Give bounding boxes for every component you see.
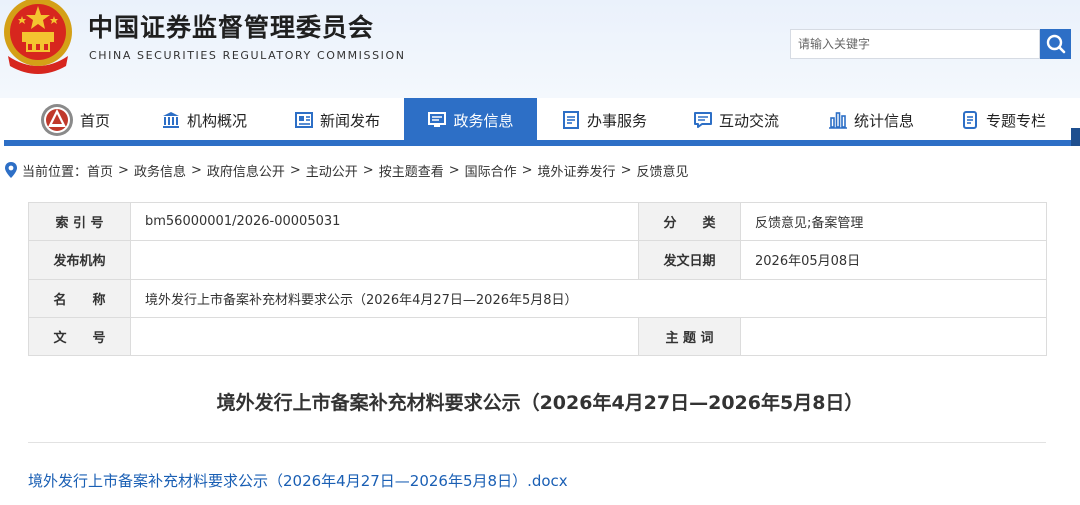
nav-right-strip bbox=[1071, 128, 1080, 146]
breadcrumb-separator: > bbox=[362, 162, 374, 178]
breadcrumb-separator: > bbox=[289, 162, 301, 178]
document-icon bbox=[960, 110, 980, 130]
breadcrumb-prefix: 当前位置： bbox=[22, 164, 88, 180]
divider bbox=[28, 442, 1046, 443]
breadcrumb-item[interactable]: 国际合作 bbox=[465, 161, 517, 180]
search-button[interactable] bbox=[1040, 29, 1071, 59]
breadcrumb-separator: > bbox=[521, 162, 533, 178]
breadcrumb-item-current[interactable]: 反馈意见 bbox=[636, 161, 688, 180]
breadcrumb-item[interactable]: 按主题查看 bbox=[379, 161, 444, 180]
nav-item-news[interactable]: 新闻发布 bbox=[294, 98, 380, 142]
nav-item-about[interactable]: 机构概况 bbox=[160, 98, 248, 142]
nav-item-topics[interactable]: 专题专栏 bbox=[959, 98, 1047, 142]
breadcrumb-item-home[interactable]: 首页 bbox=[87, 161, 113, 180]
search-icon bbox=[1046, 34, 1065, 54]
nav-item-label: 办事服务 bbox=[586, 111, 647, 130]
nav-item-gov-info[interactable]: 政务信息 bbox=[404, 98, 537, 142]
nav-item-label: 首页 bbox=[79, 111, 110, 130]
table-row: 名 称 境外发行上市备案补充材料要求公示（2026年4月27日—2026年5月8… bbox=[28, 278, 1047, 318]
nav-item-label: 新闻发布 bbox=[320, 111, 381, 130]
nav-item-services[interactable]: 办事服务 bbox=[560, 98, 648, 142]
category-value: 反馈意见;备案管理 bbox=[740, 201, 1047, 242]
breadcrumb-separator: > bbox=[190, 162, 202, 178]
document-title: 境外发行上市备案补充材料要求公示（2026年4月27日—2026年5月8日） bbox=[216, 392, 864, 414]
subject-terms-label: 主 题 词 bbox=[638, 316, 741, 357]
nav-item-label: 统计信息 bbox=[853, 111, 914, 130]
nav-item-statistics[interactable]: 统计信息 bbox=[827, 98, 915, 142]
publisher-value bbox=[130, 240, 639, 280]
breadcrumb: 当前位置： 首页 > 政务信息 > 政府信息公开 > 主动公开 > 按主题查看 … bbox=[0, 160, 688, 180]
site-title: 中国证券监督管理委员会 bbox=[88, 13, 375, 42]
nav-item-home[interactable]: 首页 bbox=[36, 98, 114, 142]
bar-chart-icon bbox=[828, 110, 848, 130]
nav-item-label: 专题专栏 bbox=[985, 111, 1046, 130]
subject-terms-value bbox=[740, 316, 1047, 357]
table-row: 发布机构 发文日期 2026年05月08日 bbox=[28, 240, 1047, 280]
emblem-icon bbox=[40, 104, 73, 136]
breadcrumb-item[interactable]: 政府信息公开 bbox=[207, 161, 285, 180]
breadcrumb-item[interactable]: 境外证券发行 bbox=[538, 161, 616, 180]
site-subtitle: CHINA SECURITIES REGULATORY COMMISSION bbox=[89, 49, 406, 62]
publisher-label: 发布机构 bbox=[28, 240, 131, 280]
nav-item-label: 政务信息 bbox=[453, 111, 514, 130]
breadcrumb-separator: > bbox=[620, 162, 632, 178]
breadcrumb-separator: > bbox=[448, 162, 460, 178]
doc-name-value: 境外发行上市备案补充材料要求公示（2026年4月27日—2026年5月8日） bbox=[130, 278, 1047, 318]
table-row: 文 号 主 题 词 bbox=[28, 316, 1047, 357]
issue-date-label: 发文日期 bbox=[638, 240, 741, 280]
doc-number-label: 文 号 bbox=[28, 316, 131, 357]
category-label: 分 类 bbox=[638, 201, 741, 242]
chat-icon bbox=[693, 110, 713, 130]
index-number-value: bm56000001/2026-00005031 bbox=[130, 201, 639, 242]
national-emblem-icon bbox=[4, 0, 72, 74]
issue-date-value: 2026年05月08日 bbox=[740, 240, 1047, 280]
doc-name-label: 名 称 bbox=[28, 278, 131, 318]
service-list-icon bbox=[561, 110, 581, 130]
breadcrumb-item[interactable]: 主动公开 bbox=[306, 161, 358, 180]
news-icon bbox=[294, 110, 314, 130]
document-info-table: 索 引 号 bm56000001/2026-00005031 分 类 反馈意见;… bbox=[28, 201, 1047, 357]
nav-item-interaction[interactable]: 互动交流 bbox=[692, 98, 780, 142]
table-row: 索 引 号 bm56000001/2026-00005031 分 类 反馈意见;… bbox=[28, 201, 1047, 242]
search-input[interactable] bbox=[791, 30, 1039, 58]
monitor-icon bbox=[427, 110, 447, 130]
attachment-link[interactable]: 境外发行上市备案补充材料要求公示（2026年4月27日—2026年5月8日）.d… bbox=[28, 470, 568, 491]
breadcrumb-item[interactable]: 政务信息 bbox=[134, 161, 186, 180]
nav-left-edge bbox=[0, 98, 4, 146]
doc-number-value bbox=[130, 316, 639, 357]
location-pin-icon bbox=[5, 162, 17, 178]
breadcrumb-separator: > bbox=[118, 162, 129, 178]
nav-item-label: 机构概况 bbox=[186, 111, 247, 130]
nav-item-label: 互动交流 bbox=[718, 111, 779, 130]
search-box bbox=[790, 29, 1040, 59]
index-number-label: 索 引 号 bbox=[28, 201, 131, 242]
institution-icon bbox=[161, 110, 181, 130]
